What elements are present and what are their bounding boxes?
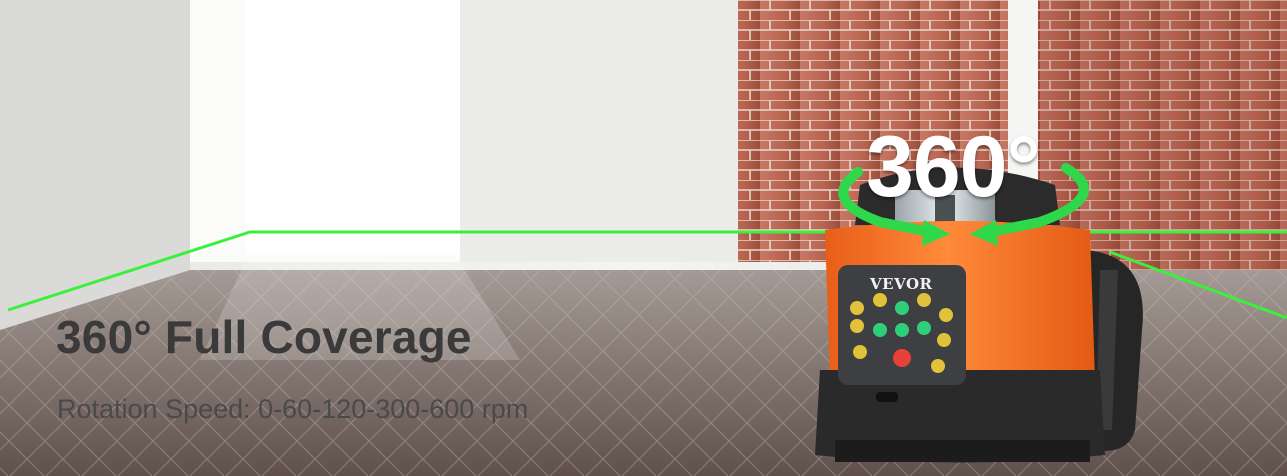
brand-label: VEVOR bbox=[870, 275, 933, 293]
product-banner: VEVOR 360° 360° Full Coverage Rotation S… bbox=[0, 0, 1287, 476]
rotation-badge: 360° bbox=[866, 119, 1041, 215]
headline: 360° Full Coverage bbox=[56, 311, 472, 363]
rotation-speed-text: Rotation Speed: 0-60-120-300-600 rpm bbox=[57, 394, 529, 424]
